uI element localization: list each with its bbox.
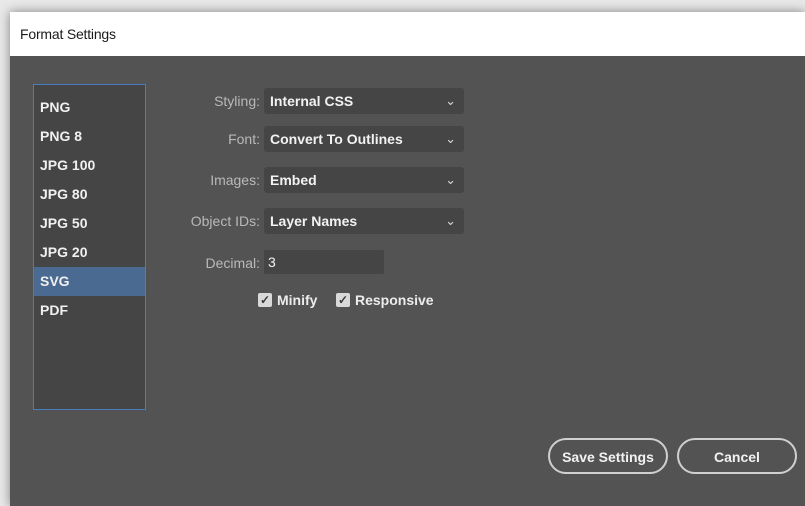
font-select[interactable]: Convert To Outlines ⌄ bbox=[264, 126, 464, 152]
font-value: Convert To Outlines bbox=[270, 131, 403, 147]
dialog-title: Format Settings bbox=[20, 26, 116, 42]
object-ids-value: Layer Names bbox=[270, 213, 358, 229]
minify-checkbox[interactable]: ✓ Minify bbox=[258, 292, 317, 308]
images-value: Embed bbox=[270, 172, 317, 188]
images-label: Images: bbox=[210, 172, 260, 188]
responsive-label: Responsive bbox=[355, 292, 434, 308]
checkmark-icon: ✓ bbox=[258, 293, 272, 307]
format-settings-dialog: Format Settings PNG PNG 8 JPG 100 JPG 80… bbox=[10, 12, 805, 506]
images-select[interactable]: Embed ⌄ bbox=[264, 167, 464, 193]
format-item-jpg100[interactable]: JPG 100 bbox=[34, 151, 145, 180]
minify-label: Minify bbox=[277, 292, 318, 308]
styling-label: Styling: bbox=[214, 93, 260, 109]
format-item-jpg50[interactable]: JPG 50 bbox=[34, 209, 145, 238]
format-item-png[interactable]: PNG bbox=[34, 93, 145, 122]
styling-select[interactable]: Internal CSS ⌄ bbox=[264, 88, 464, 114]
format-list: PNG PNG 8 JPG 100 JPG 80 JPG 50 JPG 20 S… bbox=[33, 84, 146, 410]
chevron-down-icon: ⌄ bbox=[445, 172, 456, 187]
decimal-label: Decimal: bbox=[205, 255, 260, 271]
chevron-down-icon: ⌄ bbox=[445, 93, 456, 108]
format-item-png8[interactable]: PNG 8 bbox=[34, 122, 145, 151]
font-label: Font: bbox=[228, 131, 260, 147]
checkmark-icon: ✓ bbox=[336, 293, 350, 307]
save-settings-button[interactable]: Save Settings bbox=[548, 438, 668, 474]
responsive-checkbox[interactable]: ✓ Responsive bbox=[336, 292, 434, 308]
decimal-input[interactable]: 3 bbox=[264, 250, 384, 274]
object-ids-label: Object IDs: bbox=[190, 213, 260, 229]
title-bar: Format Settings bbox=[10, 12, 805, 56]
object-ids-select[interactable]: Layer Names ⌄ bbox=[264, 208, 464, 234]
format-item-pdf[interactable]: PDF bbox=[34, 296, 145, 325]
chevron-down-icon: ⌄ bbox=[445, 213, 456, 228]
chevron-down-icon: ⌄ bbox=[445, 131, 456, 146]
format-item-jpg80[interactable]: JPG 80 bbox=[34, 180, 145, 209]
format-item-jpg20[interactable]: JPG 20 bbox=[34, 238, 145, 267]
format-item-svg[interactable]: SVG bbox=[34, 267, 145, 296]
styling-value: Internal CSS bbox=[270, 93, 354, 109]
cancel-button[interactable]: Cancel bbox=[677, 438, 797, 474]
